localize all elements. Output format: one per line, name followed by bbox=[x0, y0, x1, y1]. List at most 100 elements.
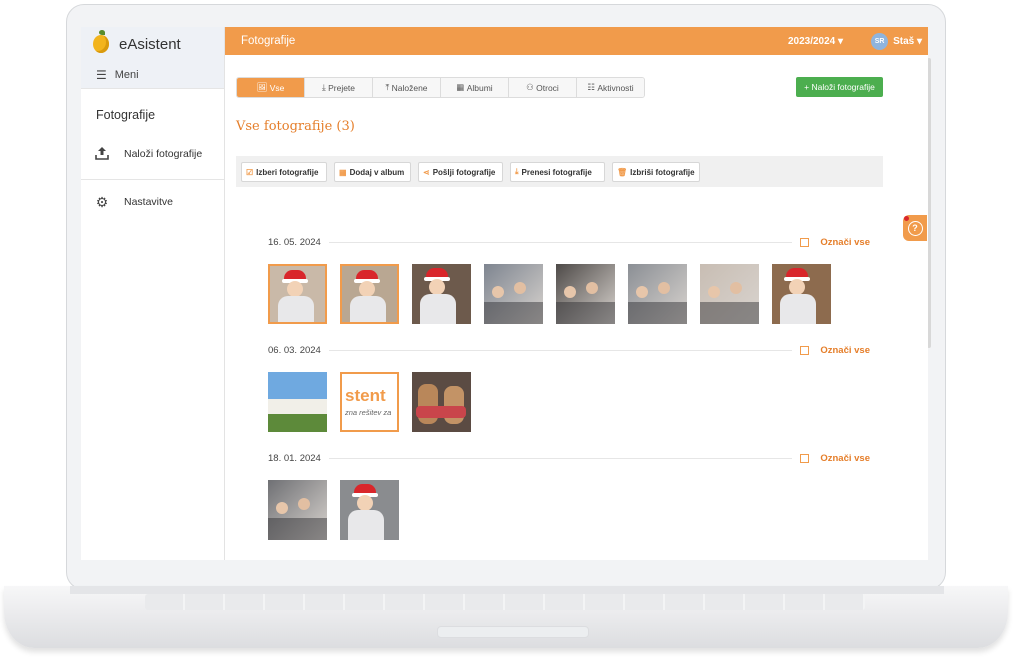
photo-thumbnails bbox=[268, 480, 412, 540]
button-label: Prenesi fotografije bbox=[521, 167, 592, 177]
logo-subtext: zna rešitev za bbox=[345, 408, 392, 417]
share-icon: ⋖ bbox=[423, 167, 430, 177]
sidebar-item-label: Naloži fotografije bbox=[124, 148, 203, 160]
caret-down-icon: ▾ bbox=[838, 35, 844, 47]
tab-label: Prejete bbox=[328, 82, 356, 93]
photo-thumbnail[interactable] bbox=[628, 264, 687, 324]
tab-albums[interactable]: ▦ Albumi bbox=[441, 78, 509, 97]
section-heading: Vse fotografije (3) bbox=[236, 119, 355, 134]
tab-uploaded[interactable]: ⤒ Naložene bbox=[373, 78, 441, 97]
help-button[interactable]: ? bbox=[903, 215, 927, 241]
select-photos-button[interactable]: ☑ Izberi fotografije bbox=[241, 162, 327, 182]
select-all-checkbox[interactable] bbox=[800, 345, 810, 355]
logo-text: stent bbox=[345, 386, 386, 405]
trash-icon: 🗑 bbox=[617, 167, 628, 177]
inbox-download-icon: ⤓ bbox=[321, 82, 326, 92]
button-label: Pošlji fotografije bbox=[432, 167, 496, 177]
download-icon: ⤓ bbox=[515, 167, 519, 176]
question-icon: ? bbox=[907, 220, 923, 236]
photo-thumbnail[interactable] bbox=[484, 264, 543, 324]
tab-label: Vse bbox=[269, 82, 285, 93]
logo[interactable]: eAsistent bbox=[81, 27, 224, 61]
heading-text: Vse fotografije bbox=[236, 119, 333, 134]
checkbox-icon: ☑ bbox=[246, 167, 254, 177]
tab-activities[interactable]: ☷ Aktivnosti bbox=[577, 78, 644, 97]
upload-icon bbox=[94, 146, 110, 163]
user-menu[interactable]: Staš ▾ bbox=[893, 36, 922, 47]
photo-thumbnail[interactable] bbox=[268, 264, 327, 324]
lemon-logo-icon bbox=[93, 30, 109, 53]
divider bbox=[328, 457, 793, 459]
avatar[interactable]: SR bbox=[871, 32, 889, 50]
photo-thumbnail[interactable] bbox=[412, 264, 471, 324]
delete-photos-button[interactable]: 🗑 Izbriši fotografije bbox=[612, 162, 700, 182]
select-all-link[interactable]: Označi vse bbox=[820, 345, 870, 356]
select-all-link[interactable]: Označi vse bbox=[820, 453, 870, 464]
grid-icon: ▦ bbox=[339, 167, 347, 177]
photo-thumbnail[interactable] bbox=[772, 264, 831, 324]
school-year-dropdown[interactable]: 2023/2024 ▾ bbox=[788, 36, 843, 47]
tab-label: Albumi bbox=[466, 82, 493, 93]
heading-count: (3) bbox=[336, 119, 355, 134]
photo-thumbnail[interactable] bbox=[700, 264, 759, 324]
button-label: Izberi fotografije bbox=[256, 167, 319, 177]
notification-dot bbox=[904, 216, 909, 221]
menu-label: Meni bbox=[114, 68, 139, 81]
user-name: Staš bbox=[893, 35, 915, 47]
select-all-checkbox[interactable] bbox=[800, 237, 810, 247]
tab-label: Otroci bbox=[536, 82, 559, 93]
group-date: 18. 01. 2024 bbox=[268, 452, 321, 464]
download-photos-button[interactable]: ⤓ Prenesi fotografije bbox=[510, 162, 605, 182]
laptop-keyboard bbox=[145, 594, 865, 610]
sidebar-item-settings[interactable]: ⚙ Nastavitve bbox=[81, 186, 224, 218]
plus-icon: + bbox=[804, 82, 810, 92]
button-label: Naloži fotografije bbox=[811, 82, 875, 92]
main-content: 🖼 Vse ⤓ Prejete ⤒ Naložene ▦ Albumi ⚇ Ot… bbox=[225, 55, 895, 560]
photo-thumbnail[interactable] bbox=[556, 264, 615, 324]
photo-thumbnail[interactable] bbox=[412, 372, 471, 432]
sidebar-divider bbox=[81, 179, 224, 180]
school-year-value: 2023/2024 bbox=[787, 35, 836, 47]
list-icon: ☷ bbox=[587, 82, 595, 92]
sidebar: eAsistent ☰ Meni Fotografije Naloži foto… bbox=[81, 27, 225, 560]
date-group-header: 16. 05. 2024 Označi vse bbox=[268, 236, 870, 248]
laptop-notch bbox=[437, 626, 589, 638]
date-group-header: 06. 03. 2024 Označi vse bbox=[268, 344, 870, 356]
app-name: eAsistent bbox=[119, 35, 181, 53]
tab-label: Naložene bbox=[391, 82, 428, 93]
add-to-album-button[interactable]: ▦ Dodaj v album bbox=[334, 162, 411, 182]
button-label: Dodaj v album bbox=[349, 167, 405, 177]
upload-photos-button[interactable]: + Naloži fotografije bbox=[796, 77, 883, 97]
divider bbox=[328, 349, 793, 351]
tab-label: Aktivnosti bbox=[597, 82, 634, 93]
date-group-header: 18. 01. 2024 Označi vse bbox=[268, 452, 870, 464]
button-label: Izbriši fotografije bbox=[630, 167, 695, 177]
send-photos-button[interactable]: ⋖ Pošlji fotografije bbox=[418, 162, 503, 182]
divider bbox=[328, 241, 793, 243]
gear-icon: ⚙ bbox=[95, 193, 109, 210]
children-icon: ⚇ bbox=[526, 82, 534, 92]
tab-received[interactable]: ⤓ Prejete bbox=[305, 78, 373, 97]
menu-toggle[interactable]: ☰ Meni bbox=[81, 61, 224, 89]
app-screen: eAsistent ☰ Meni Fotografije Naloži foto… bbox=[81, 27, 928, 560]
select-all-link[interactable]: Označi vse bbox=[820, 237, 870, 248]
image-icon: 🖼 bbox=[256, 82, 268, 92]
tab-children[interactable]: ⚇ Otroci bbox=[509, 78, 577, 97]
sidebar-section-title: Fotografije bbox=[96, 108, 156, 122]
tab-all[interactable]: 🖼 Vse bbox=[237, 78, 305, 97]
photo-thumbnail[interactable] bbox=[268, 480, 327, 540]
group-date: 06. 03. 2024 bbox=[268, 344, 321, 356]
photo-thumbnail[interactable] bbox=[340, 264, 399, 324]
photo-thumbnail[interactable] bbox=[340, 480, 399, 540]
caret-down-icon: ▾ bbox=[916, 35, 922, 47]
photo-thumbnail[interactable]: stent zna rešitev za bbox=[340, 372, 399, 432]
photo-thumbnail[interactable] bbox=[268, 372, 327, 432]
photo-thumbnails bbox=[268, 264, 844, 324]
select-all-checkbox[interactable] bbox=[800, 453, 810, 463]
laptop-hinge bbox=[70, 586, 944, 594]
sidebar-item-upload[interactable]: Naloži fotografije bbox=[81, 138, 224, 170]
photo-tabs: 🖼 Vse ⤓ Prejete ⤒ Naložene ▦ Albumi ⚇ Ot… bbox=[236, 77, 645, 98]
photo-thumbnails: stent zna rešitev za bbox=[268, 372, 484, 432]
inbox-upload-icon: ⤒ bbox=[385, 82, 390, 92]
grid-icon: ▦ bbox=[456, 82, 465, 92]
